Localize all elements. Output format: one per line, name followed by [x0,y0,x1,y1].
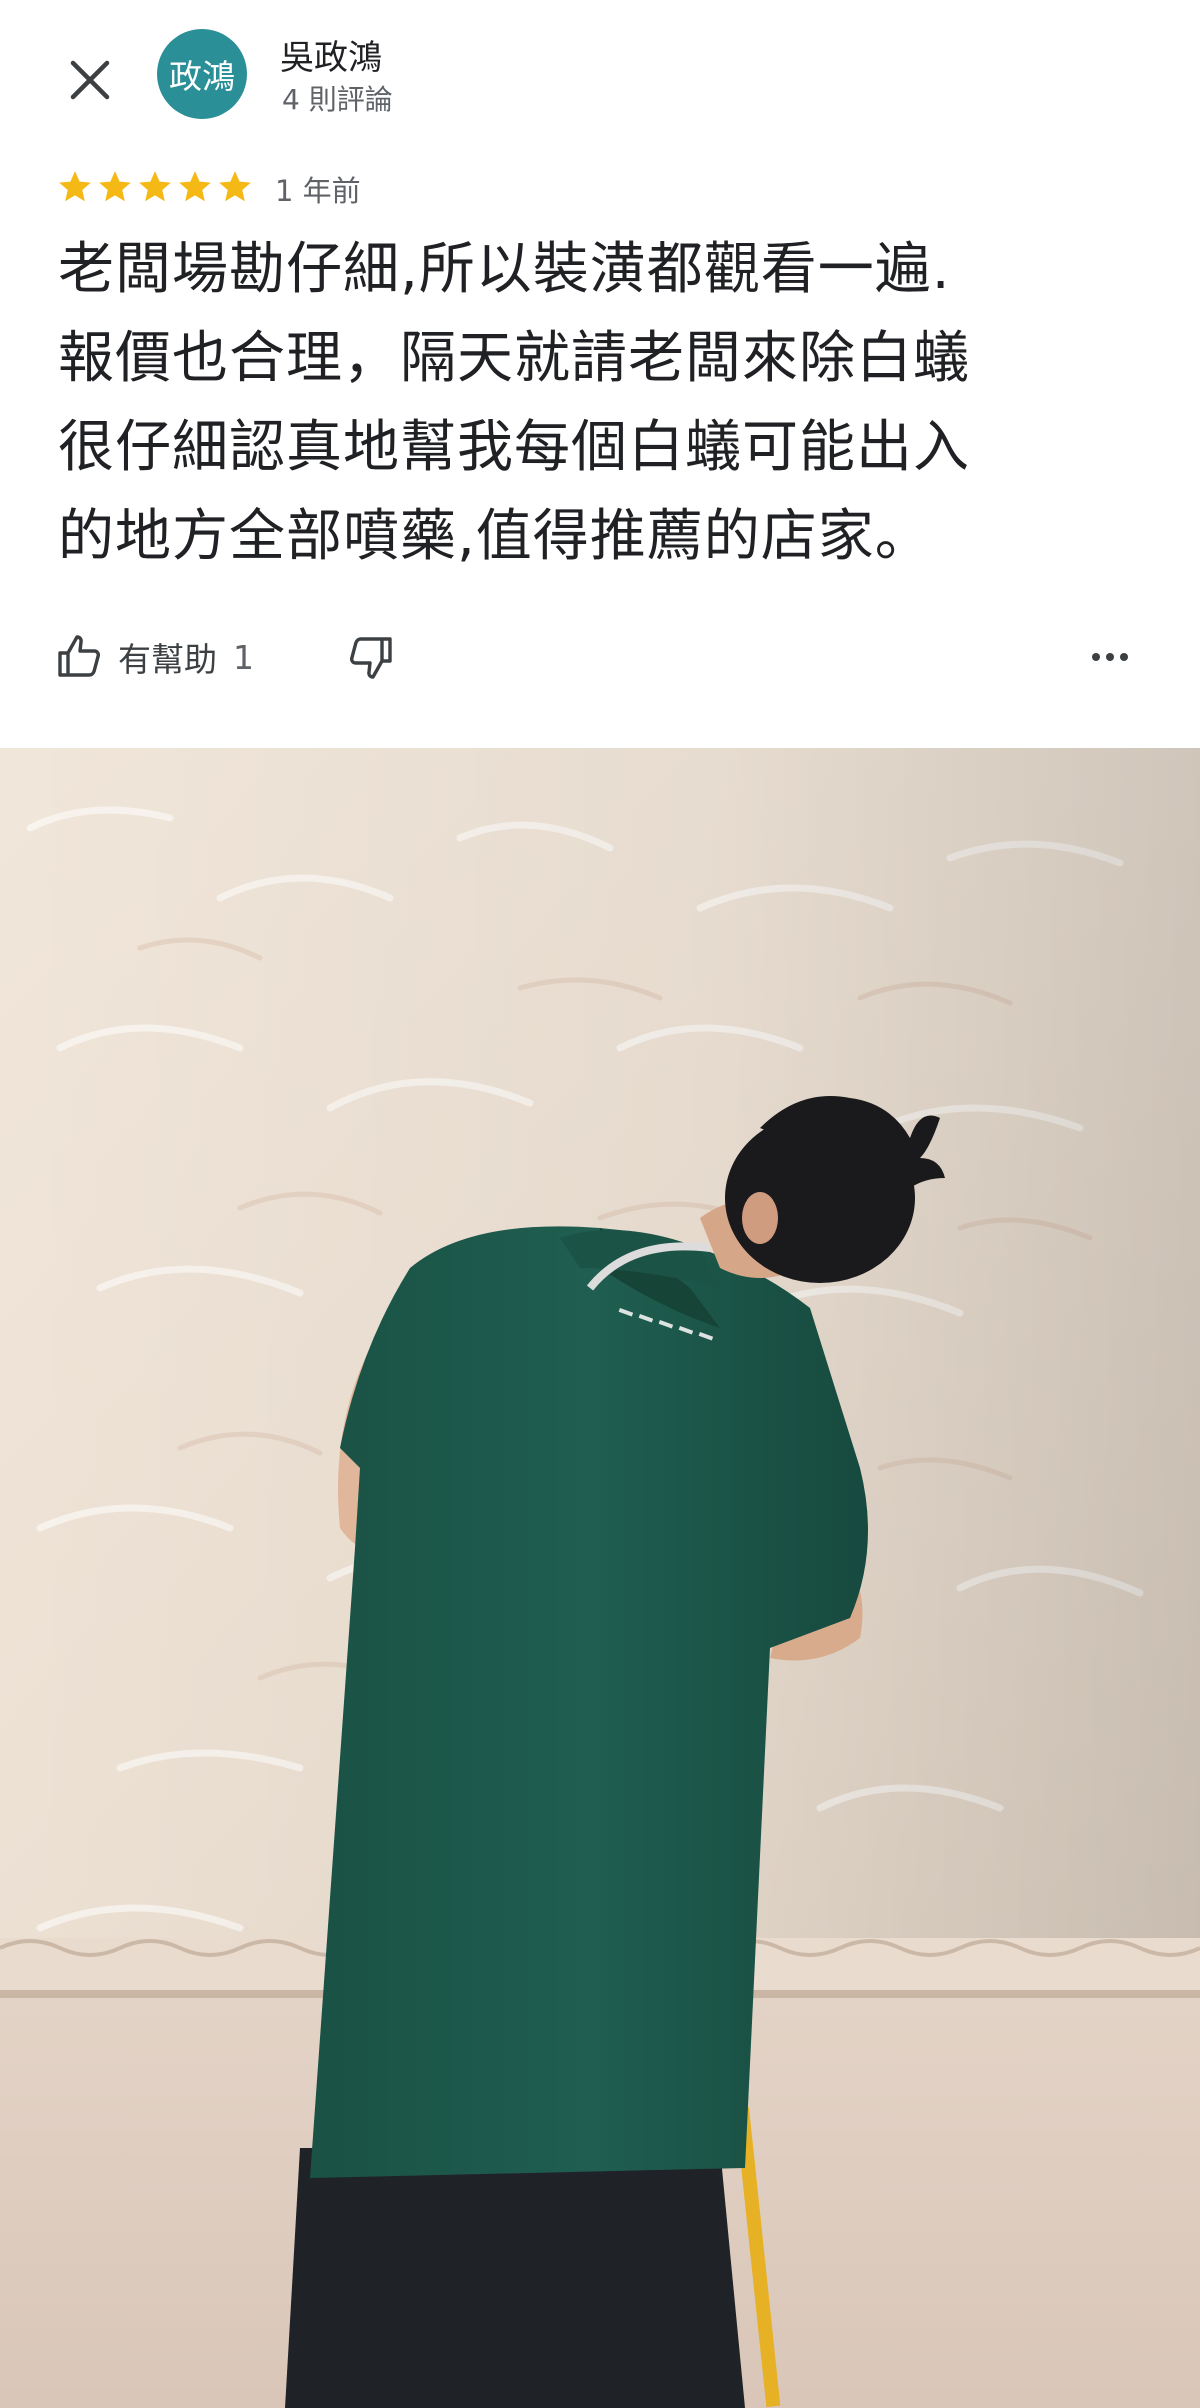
close-icon [70,60,110,100]
helpful-label: 有幫助 [118,640,217,679]
review-photo-image [0,748,1200,2408]
review-page: 政鴻 吳政鴻 4 則評論 1 年前 老闆場勘仔細,所以裝潢都觀看一遍. 報價也合… [0,0,1200,2408]
review-text: 老闆場勘仔細,所以裝潢都觀看一遍. 報價也合理，隔天就請老闆來除白蟻 很仔細認真… [58,237,970,569]
reviewer-name[interactable]: 吳政鴻 [280,30,382,79]
more-options-button[interactable] [1080,627,1140,687]
close-button[interactable] [58,48,122,112]
star-icon [179,171,211,202]
not-helpful-button[interactable] [340,627,400,687]
review-photo[interactable] [0,748,1200,2408]
thumbs-down-icon [349,637,392,679]
star-icon [99,171,131,202]
review-time: 1 年前 [275,174,361,208]
more-horizontal-icon [1092,653,1128,661]
star-icon [139,171,171,202]
helpful-count: 1 [233,637,254,677]
avatar-text: 政鴻 [169,57,235,96]
star-icon [59,171,91,202]
star-rating [56,168,254,206]
reviewer-review-count: 4 則評論 [282,83,393,116]
helpful-button[interactable]: 有幫助 1 [56,627,254,687]
star-icon [219,171,251,202]
thumbs-up-icon [58,635,101,677]
avatar[interactable]: 政鴻 [157,29,247,119]
